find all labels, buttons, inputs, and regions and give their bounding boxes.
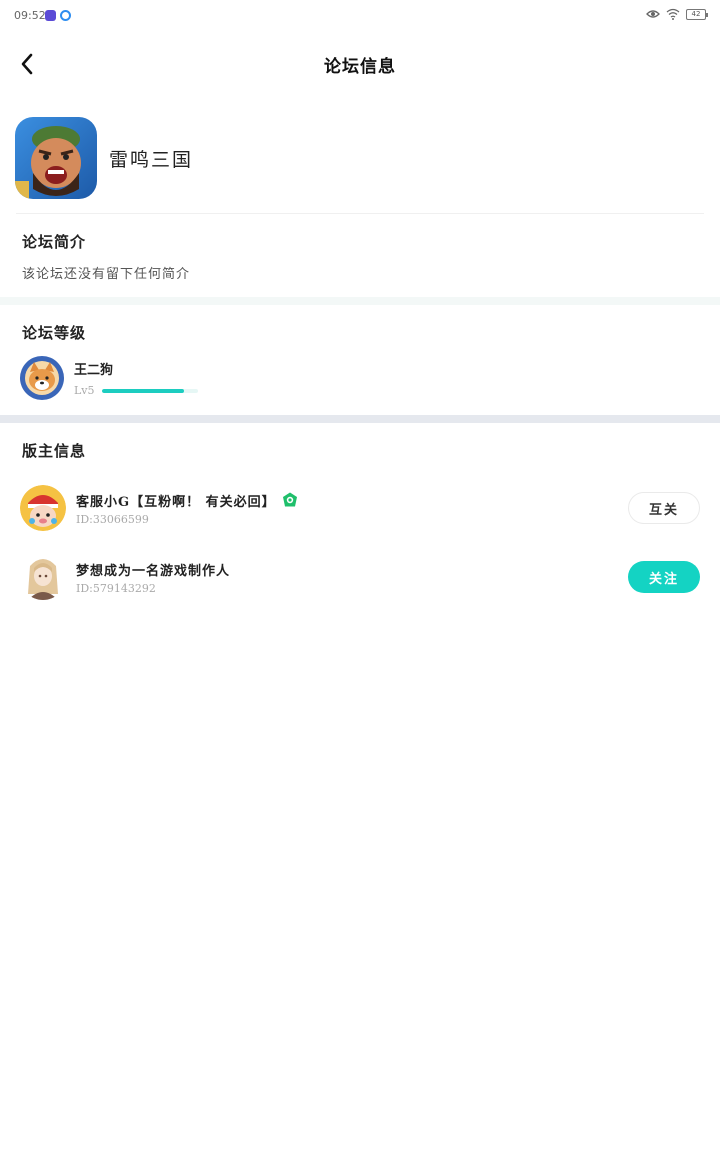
moderator-id: ID:579143292 <box>76 581 156 595</box>
nav-bar: 论坛信息 <box>0 32 720 96</box>
mutual-follow-button[interactable]: 互关 <box>628 492 700 524</box>
battery-icon: 42 <box>686 8 708 20</box>
level-progress-fill <box>102 388 184 393</box>
level-row[interactable]: 王二狗 Lv5 <box>20 356 198 400</box>
wifi-icon <box>666 8 680 20</box>
status-icons: 42 <box>646 8 708 20</box>
page-title: 论坛信息 <box>324 57 396 77</box>
section-separator <box>0 415 720 423</box>
intro-text: 该论坛还没有留下任何简介 <box>22 267 191 282</box>
game-app-icon <box>15 117 97 199</box>
status-time: 09:52 <box>14 9 46 22</box>
avatar <box>20 485 66 531</box>
avatar <box>20 554 66 600</box>
level-title: 论坛等级 <box>22 324 87 342</box>
status-bar: 09:52 42 <box>0 0 720 32</box>
moderator-name: 梦想成为一名游戏制作人 <box>76 563 231 579</box>
follow-button[interactable]: 关注 <box>628 561 700 593</box>
level-progress-bar <box>102 388 198 393</box>
eye-icon <box>646 10 660 18</box>
level-user-name: 王二狗 <box>74 363 114 378</box>
forum-header: 雷鸣三国 <box>15 116 193 200</box>
list-item[interactable]: 梦想成为一名游戏制作人 ID:579143292 关注 <box>20 553 700 601</box>
notification-app-icon <box>45 10 56 21</box>
avatar <box>20 356 64 400</box>
verified-badge-icon <box>282 492 297 507</box>
divider <box>16 213 704 214</box>
moderators-title: 版主信息 <box>22 442 87 460</box>
notification-browser-icon <box>60 10 71 21</box>
intro-title: 论坛简介 <box>22 233 87 251</box>
level-badge: Lv5 <box>74 384 95 397</box>
game-name: 雷鸣三国 <box>109 148 194 171</box>
moderator-id: ID:33066599 <box>76 512 149 526</box>
moderator-name: 客服小G【互粉啊！ 有关必回】 <box>76 494 276 510</box>
section-separator <box>0 297 720 305</box>
list-item[interactable]: 客服小G【互粉啊！ 有关必回】 ID:33066599 互关 <box>20 484 700 532</box>
